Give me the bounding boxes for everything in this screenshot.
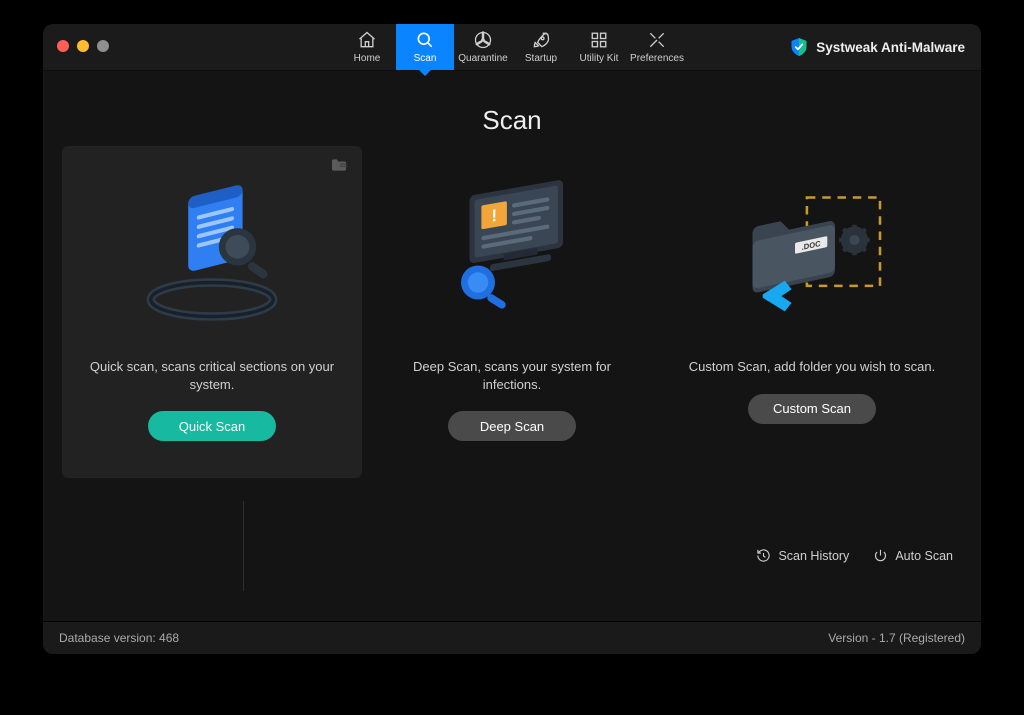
- rocket-icon: [531, 30, 551, 50]
- app-window: Home Scan Quarantine: [43, 24, 981, 654]
- brand: Systweak Anti-Malware: [790, 24, 965, 70]
- secondary-actions: Scan History Auto Scan: [756, 548, 953, 563]
- titlebar: Home Scan Quarantine: [43, 24, 981, 71]
- close-window-button[interactable]: [57, 40, 69, 52]
- nav-quarantine[interactable]: Quarantine: [454, 24, 512, 70]
- page-title: Scan: [43, 105, 981, 136]
- shield-icon: [790, 37, 808, 57]
- card-description: Deep Scan, scans your system for infecti…: [382, 358, 642, 393]
- app-version-label: Version - 1.7 (Registered): [828, 631, 965, 645]
- database-version-label: Database version: 468: [59, 631, 179, 645]
- power-icon: [873, 548, 888, 563]
- link-label: Scan History: [778, 549, 849, 563]
- nav-label: Home: [354, 53, 381, 64]
- window-controls: [57, 40, 109, 52]
- nav-utility-kit[interactable]: Utility Kit: [570, 24, 628, 70]
- history-icon: [756, 548, 771, 563]
- nav-scan[interactable]: Scan: [396, 24, 454, 70]
- brand-label: Systweak Anti-Malware: [816, 40, 965, 55]
- search-icon: [415, 30, 435, 50]
- tools-icon: [647, 30, 667, 50]
- quick-scan-button[interactable]: Quick Scan: [148, 411, 276, 441]
- top-nav: Home Scan Quarantine: [338, 24, 686, 70]
- svg-text:!: !: [491, 205, 497, 226]
- card-description: Quick scan, scans critical sections on y…: [82, 358, 342, 393]
- folder-icon: [330, 158, 348, 172]
- nav-label: Scan: [414, 53, 437, 64]
- card-description: Custom Scan, add folder you wish to scan…: [682, 358, 942, 376]
- nav-preferences[interactable]: Preferences: [628, 24, 686, 70]
- radiation-icon: [473, 30, 493, 50]
- scan-options: Quick scan, scans critical sections on y…: [43, 146, 981, 478]
- nav-label: Startup: [525, 53, 557, 64]
- nav-startup[interactable]: Startup: [512, 24, 570, 70]
- nav-label: Preferences: [630, 53, 684, 64]
- home-icon: [357, 30, 377, 50]
- nav-label: Utility Kit: [580, 53, 619, 64]
- quick-scan-illustration-icon: [122, 172, 302, 342]
- nav-label: Quarantine: [458, 53, 507, 64]
- minimize-window-button[interactable]: [77, 40, 89, 52]
- scan-history-link[interactable]: Scan History: [756, 548, 849, 563]
- status-bar: Database version: 468 Version - 1.7 (Reg…: [43, 621, 981, 654]
- nav-home[interactable]: Home: [338, 24, 396, 70]
- grid-icon: [589, 30, 609, 50]
- custom-scan-illustration-icon: .DOC: [722, 172, 902, 342]
- card-quick-scan[interactable]: Quick scan, scans critical sections on y…: [62, 146, 362, 478]
- card-custom-scan[interactable]: .DOC Custom Scan, add f: [662, 146, 962, 478]
- link-label: Auto Scan: [895, 549, 953, 563]
- card-deep-scan[interactable]: !: [362, 146, 662, 478]
- auto-scan-link[interactable]: Auto Scan: [873, 548, 953, 563]
- custom-scan-button[interactable]: Custom Scan: [748, 394, 876, 424]
- zoom-window-button[interactable]: [97, 40, 109, 52]
- deep-scan-illustration-icon: !: [422, 172, 602, 342]
- page: Scan: [43, 71, 981, 621]
- divider: [243, 501, 244, 591]
- deep-scan-button[interactable]: Deep Scan: [448, 411, 576, 441]
